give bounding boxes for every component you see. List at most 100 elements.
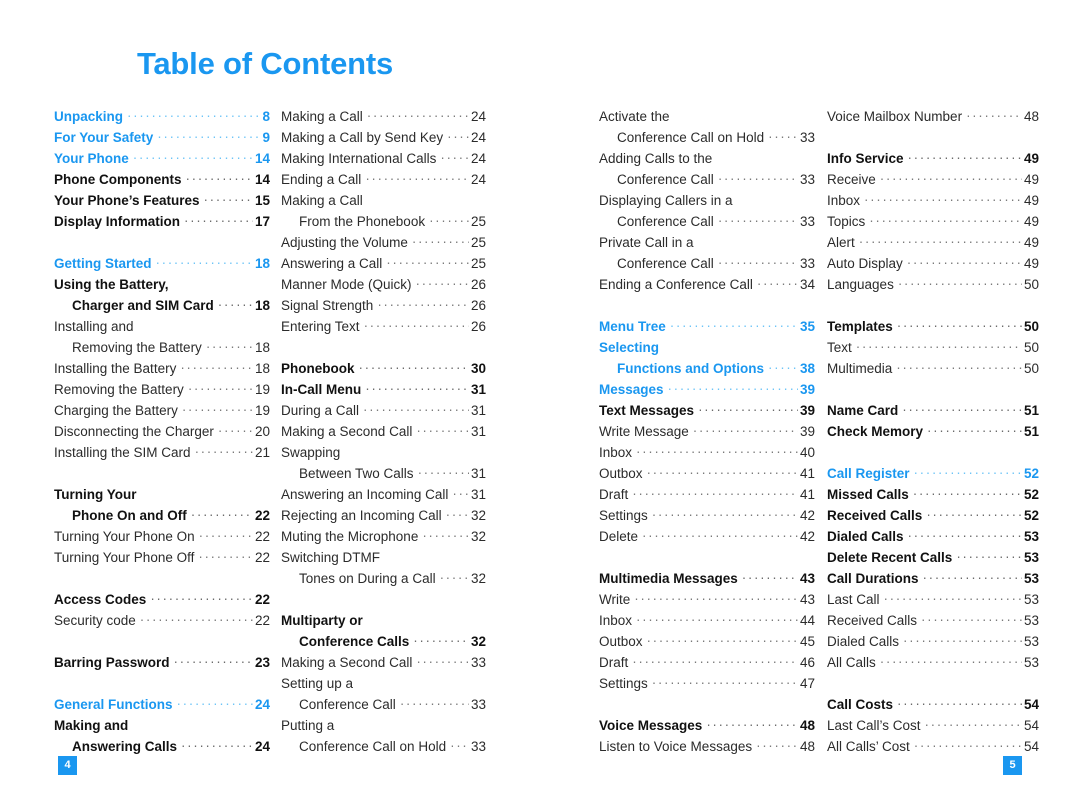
toc-entry[interactable]: Removing the Battery····················…: [54, 379, 270, 400]
toc-entry[interactable]: Display Information·····················…: [54, 211, 270, 232]
toc-entry[interactable]: Last Call’s Cost························…: [827, 715, 1039, 736]
toc-entry[interactable]: Draft···································…: [599, 484, 815, 505]
toc-entry[interactable]: Receive·································…: [827, 169, 1039, 190]
toc-entry[interactable]: Charger and SIM Card····················…: [54, 295, 270, 316]
toc-entry[interactable]: All Calls’ Cost·························…: [827, 736, 1039, 757]
toc-entry[interactable]: Conference Call·························…: [599, 253, 815, 274]
toc-entry[interactable]: Between Two Calls·······················…: [281, 463, 486, 484]
toc-entry[interactable]: Muting the Microphone···················…: [281, 526, 486, 547]
toc-entry[interactable]: Unpacking·······························…: [54, 106, 270, 127]
toc-entry[interactable]: Write Message···························…: [599, 421, 815, 442]
toc-entry[interactable]: Installing the Battery··················…: [54, 358, 270, 379]
toc-entry[interactable]: Making and······························…: [54, 715, 270, 736]
toc-entry[interactable]: Multiparty or···························…: [281, 610, 486, 631]
toc-entry[interactable]: Barring Password························…: [54, 652, 270, 673]
toc-entry[interactable]: Turning Your····························…: [54, 484, 270, 505]
toc-entry[interactable]: Inbox···································…: [599, 442, 815, 463]
toc-entry[interactable]: Signal Strength·························…: [281, 295, 486, 316]
toc-entry[interactable]: Conference Call on Hold·················…: [281, 736, 486, 757]
toc-entry[interactable]: Conference Call·························…: [281, 694, 486, 715]
toc-entry[interactable]: Adjusting the Volume····················…: [281, 232, 486, 253]
toc-entry[interactable]: Text····································…: [827, 337, 1039, 358]
toc-entry[interactable]: Adding Calls to the·····················…: [599, 148, 815, 169]
toc-entry[interactable]: Auto Display····························…: [827, 253, 1039, 274]
toc-entry[interactable]: Languages·······························…: [827, 274, 1039, 295]
toc-entry[interactable]: Installing the SIM Card·················…: [54, 442, 270, 463]
toc-entry[interactable]: Topics··································…: [827, 211, 1039, 232]
toc-entry[interactable]: Putting a·······························…: [281, 715, 486, 736]
toc-entry[interactable]: Outbox··································…: [599, 631, 815, 652]
toc-entry[interactable]: Inbox···································…: [827, 190, 1039, 211]
toc-entry[interactable]: Access Codes····························…: [54, 589, 270, 610]
toc-entry[interactable]: Making a Call···························…: [281, 106, 486, 127]
toc-entry[interactable]: Conference Call·························…: [599, 169, 815, 190]
toc-entry[interactable]: For Your Safety·························…: [54, 127, 270, 148]
toc-entry[interactable]: Functions and Options ···················…: [599, 358, 815, 379]
toc-entry[interactable]: Settings································…: [599, 673, 815, 694]
toc-entry[interactable]: Rejecting an Incoming Call··············…: [281, 505, 486, 526]
toc-entry[interactable]: Dialed Calls····························…: [827, 631, 1039, 652]
toc-entry[interactable]: General Functions·······················…: [54, 694, 270, 715]
toc-entry[interactable]: Call Durations··························…: [827, 568, 1039, 589]
toc-entry[interactable]: Delete Recent Calls·····················…: [827, 547, 1039, 568]
toc-entry[interactable]: Check Memory····························…: [827, 421, 1039, 442]
toc-entry[interactable]: Multimedia······························…: [827, 358, 1039, 379]
toc-entry[interactable]: Multimedia Messages·····················…: [599, 568, 815, 589]
toc-entry[interactable]: Delete··································…: [599, 526, 815, 547]
toc-entry[interactable]: Switching DTMF··························…: [281, 547, 486, 568]
toc-entry[interactable]: Last Call·······························…: [827, 589, 1039, 610]
toc-entry[interactable]: Received Calls··························…: [827, 505, 1039, 526]
toc-entry[interactable]: Manner Mode (Quick)·····················…: [281, 274, 486, 295]
toc-entry[interactable]: Draft···································…: [599, 652, 815, 673]
toc-entry[interactable]: Private Call in a·······················…: [599, 232, 815, 253]
toc-entry[interactable]: Using the Battery,······················…: [54, 274, 270, 295]
toc-entry[interactable]: In-Call Menu····························…: [281, 379, 486, 400]
toc-entry[interactable]: Info Service····························…: [827, 148, 1039, 169]
toc-entry[interactable]: Activate the····························…: [599, 106, 815, 127]
toc-entry[interactable]: Conference Call on Hold·················…: [599, 127, 815, 148]
toc-entry[interactable]: Your Phone······························…: [54, 148, 270, 169]
toc-entry[interactable]: Entering Text···························…: [281, 316, 486, 337]
toc-entry[interactable]: Turning Your Phone On···················…: [54, 526, 270, 547]
toc-entry[interactable]: Text Messages···························…: [599, 400, 815, 421]
toc-entry[interactable]: During a Call···························…: [281, 400, 486, 421]
toc-entry[interactable]: Making a Second Call····················…: [281, 652, 486, 673]
toc-entry[interactable]: Answering Calls·························…: [54, 736, 270, 757]
toc-entry[interactable]: Installing and··························…: [54, 316, 270, 337]
toc-entry[interactable]: Listen to Voice Messages················…: [599, 736, 815, 757]
toc-entry[interactable]: Making a Call by Send Key···············…: [281, 127, 486, 148]
toc-entry[interactable]: Conference Calls························…: [281, 631, 486, 652]
toc-entry[interactable]: Missed Calls····························…: [827, 484, 1039, 505]
toc-entry[interactable]: Call Register···························…: [827, 463, 1039, 484]
toc-entry[interactable]: Security code···························…: [54, 610, 270, 631]
toc-entry[interactable]: Voice Messages··························…: [599, 715, 815, 736]
toc-entry[interactable]: Settings································…: [599, 505, 815, 526]
toc-entry[interactable]: Swapping································…: [281, 442, 486, 463]
toc-entry[interactable]: Menu Tree·······························…: [599, 316, 815, 337]
toc-entry[interactable]: Dialed Calls····························…: [827, 526, 1039, 547]
toc-entry[interactable]: Phone Components························…: [54, 169, 270, 190]
toc-entry[interactable]: Conference Call·························…: [599, 211, 815, 232]
toc-entry[interactable]: Removing the Battery····················…: [54, 337, 270, 358]
toc-entry[interactable]: Call Costs······························…: [827, 694, 1039, 715]
toc-entry[interactable]: Name Card·······························…: [827, 400, 1039, 421]
toc-entry[interactable]: Getting Started·························…: [54, 253, 270, 274]
toc-entry[interactable]: Phonebook·······························…: [281, 358, 486, 379]
toc-entry[interactable]: Making a Call···························…: [281, 190, 486, 211]
toc-entry[interactable]: Selecting·······························…: [599, 337, 815, 358]
toc-entry[interactable]: Making International Calls··············…: [281, 148, 486, 169]
toc-entry[interactable]: Outbox··································…: [599, 463, 815, 484]
toc-entry[interactable]: Charging the Battery····················…: [54, 400, 270, 421]
toc-entry[interactable]: Phone On and Off························…: [54, 505, 270, 526]
toc-entry[interactable]: Answering a Call························…: [281, 253, 486, 274]
toc-entry[interactable]: Inbox···································…: [599, 610, 815, 631]
toc-entry[interactable]: Ending a Call···························…: [281, 169, 486, 190]
toc-entry[interactable]: Templates·······························…: [827, 316, 1039, 337]
toc-entry[interactable]: Disconnecting the Charger···············…: [54, 421, 270, 442]
toc-entry[interactable]: Alert···································…: [827, 232, 1039, 253]
toc-entry[interactable]: Turning Your Phone Off··················…: [54, 547, 270, 568]
toc-entry[interactable]: Write···································…: [599, 589, 815, 610]
toc-entry[interactable]: Voice Mailbox Number····················…: [827, 106, 1039, 127]
toc-entry[interactable]: Your Phone’s Features···················…: [54, 190, 270, 211]
toc-entry[interactable]: Setting up a····························…: [281, 673, 486, 694]
